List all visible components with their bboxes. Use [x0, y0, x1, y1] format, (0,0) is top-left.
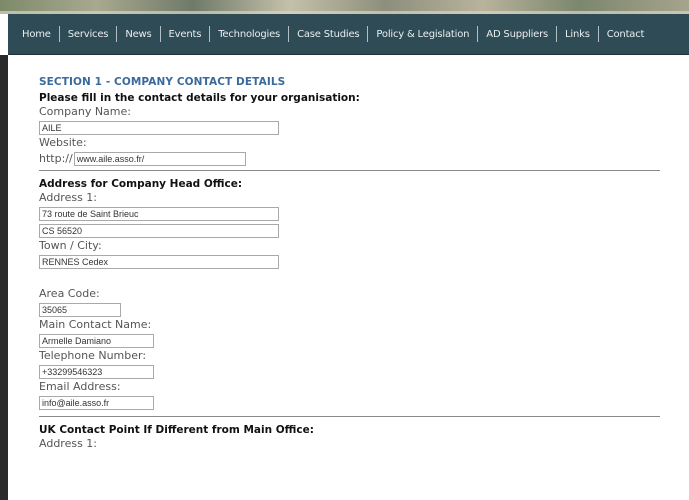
main-contact-name-input[interactable] [39, 333, 154, 348]
main-navigation: Home Services News Events Technologies C… [8, 14, 689, 55]
email-label: Email Address: [39, 380, 121, 393]
website-label: Website: [39, 136, 87, 149]
nav-contact[interactable]: Contact [599, 29, 653, 40]
intro-heading: Please fill in the contact details for y… [39, 92, 360, 104]
head-office-heading: Address for Company Head Office: [39, 178, 243, 190]
nav-separator [116, 26, 118, 42]
nav-case-studies[interactable]: Case Studies [289, 29, 367, 40]
nav-separator [288, 26, 290, 42]
nav-home[interactable]: Home [14, 29, 59, 40]
nav-news[interactable]: News [117, 29, 159, 40]
uk-address-1-label: Address 1: [39, 437, 98, 450]
website-prefix: http:// [39, 152, 73, 165]
nav-policy-legislation[interactable]: Policy & Legislation [368, 29, 477, 40]
nav-ad-suppliers[interactable]: AD Suppliers [478, 29, 556, 40]
main-contact-name-label: Main Contact Name: [39, 318, 152, 331]
nav-links[interactable]: Links [557, 29, 598, 40]
nav-technologies[interactable]: Technologies [210, 29, 288, 40]
address-1-label: Address 1: [39, 191, 98, 204]
area-code-label: Area Code: [39, 287, 100, 300]
website-input[interactable] [73, 151, 246, 166]
left-edge-bar [0, 55, 8, 500]
nav-separator [159, 26, 161, 42]
town-city-input[interactable] [39, 254, 279, 269]
contact-form: SECTION 1 - COMPANY CONTACT DETAILS Plea… [39, 75, 660, 451]
nav-separator [556, 26, 558, 42]
section-title: SECTION 1 - COMPANY CONTACT DETAILS [39, 76, 286, 88]
email-input[interactable] [39, 395, 154, 410]
town-city-label: Town / City: [39, 239, 102, 252]
area-code-input[interactable] [39, 302, 121, 317]
address-line-2-input[interactable] [39, 223, 279, 238]
uk-contact-heading: UK Contact Point If Different from Main … [39, 424, 314, 436]
nav-separator [58, 26, 60, 42]
header-banner-image [0, 0, 689, 14]
address-line-1-input[interactable] [39, 206, 279, 221]
telephone-label: Telephone Number: [39, 349, 147, 362]
nav-separator [477, 26, 479, 42]
nav-events[interactable]: Events [161, 29, 210, 40]
nav-separator [367, 26, 369, 42]
nav-separator [597, 26, 599, 42]
nav-separator [209, 26, 211, 42]
telephone-input[interactable] [39, 364, 154, 379]
nav-services[interactable]: Services [60, 29, 117, 40]
company-name-label: Company Name: [39, 105, 131, 118]
company-name-input[interactable] [39, 120, 279, 135]
